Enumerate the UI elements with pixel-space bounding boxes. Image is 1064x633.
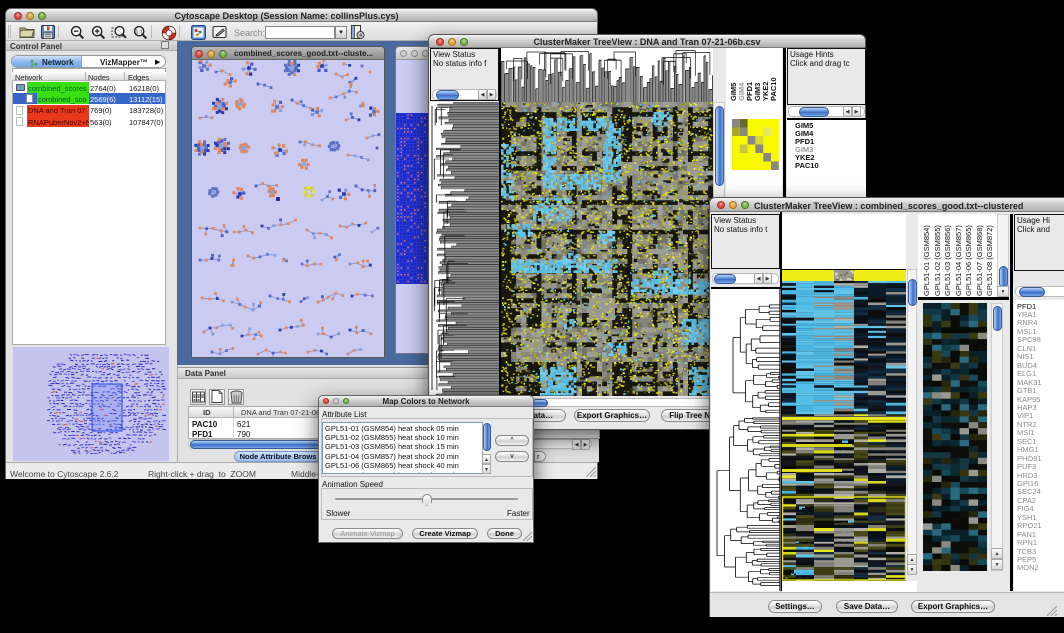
svg-text:1:1: 1:1 bbox=[135, 29, 143, 35]
